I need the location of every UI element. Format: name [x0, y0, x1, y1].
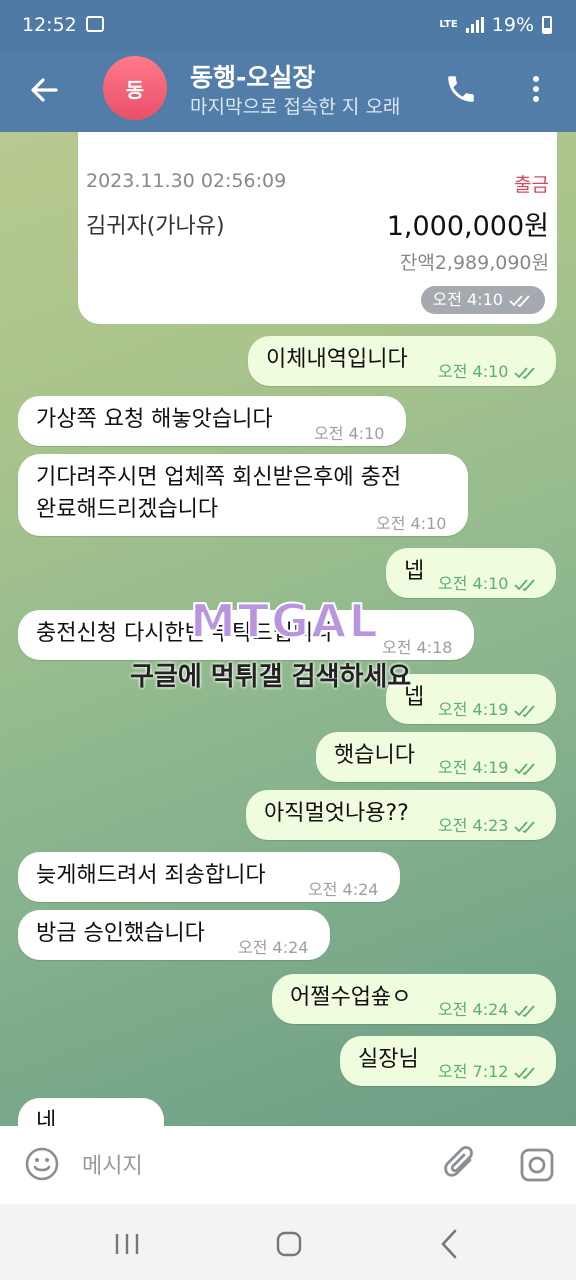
message-bubble[interactable]: 네 — [18, 1098, 164, 1126]
message-time-value: 오전 4:19 — [438, 758, 509, 777]
message-text: 햇습니다 — [334, 743, 415, 768]
message-input-bar: 메시지 — [0, 1126, 576, 1204]
nav-back-icon[interactable] — [438, 1228, 460, 1260]
message-time: 오전 4:10 — [438, 568, 538, 600]
chat-title[interactable]: 동행-오실장 — [190, 58, 315, 94]
message-time: 오전 4:10 — [314, 424, 385, 443]
recent-apps-icon[interactable] — [112, 1232, 142, 1256]
message-bubble[interactable]: 어쩔수업숖ㅇ 오전 4:24 — [272, 974, 556, 1024]
message-bubble[interactable]: 방금 승인했습니다 오전 4:24 — [18, 910, 330, 960]
system-nav-bar — [0, 1204, 576, 1280]
home-icon[interactable] — [275, 1230, 303, 1258]
receipt-kind: 출금 — [514, 174, 549, 196]
status-bar: 12:52 LTE 19% — [0, 0, 576, 52]
receipt-amount: 1,000,000원 — [386, 211, 549, 242]
message-time: 오전 4:19 — [438, 752, 538, 784]
chat-subtitle: 마지막으로 접속한 지 오래 — [190, 96, 401, 118]
receipt-name: 김귀자(가나유) — [86, 214, 225, 239]
avatar-initial: 동 — [125, 77, 145, 102]
status-time: 12:52 — [22, 14, 77, 36]
phone-icon[interactable] — [444, 72, 478, 106]
battery-percent: 19% — [491, 14, 534, 36]
message-time-value: 오전 4:10 — [438, 362, 509, 381]
double-check-icon — [514, 366, 536, 379]
receipt-balance: 잔액2,989,090원 — [399, 252, 549, 274]
message-time: 오전 4:24 — [238, 938, 309, 957]
double-check-icon — [514, 820, 536, 833]
receipt-time: 오전 4:10 — [432, 290, 503, 309]
message-time: 오전 4:23 — [438, 810, 538, 842]
receipt-message[interactable]: 2023.11.30 02:56:09 출금 김귀자(가나유) 1,000,00… — [78, 132, 557, 324]
more-options-icon[interactable] — [526, 72, 546, 106]
message-text: 이체내역입니다 — [266, 347, 408, 372]
chat-area[interactable]: 2023.11.30 02:56:09 출금 김귀자(가나유) 1,000,00… — [0, 132, 576, 1126]
gallery-icon — [86, 16, 104, 32]
message-text: 기다려주시면 업체쪽 회신받은후에 충전 완료해드리겠습니다 — [36, 465, 402, 522]
message-bubble[interactable]: 실장님 오전 7:12 — [340, 1036, 556, 1086]
message-time-value: 오전 4:23 — [438, 816, 509, 835]
message-time: 오전 4:10 — [376, 514, 447, 533]
message-time-value: 오전 4:19 — [438, 700, 509, 719]
camera-icon[interactable] — [518, 1146, 556, 1184]
double-check-icon — [514, 1004, 536, 1017]
double-check-icon — [509, 294, 530, 307]
double-check-icon — [514, 1066, 536, 1079]
double-check-icon — [514, 704, 536, 717]
message-time-value: 오전 4:24 — [438, 1000, 509, 1019]
message-text: 어쩔수업숖ㅇ — [290, 985, 412, 1010]
double-check-icon — [514, 762, 536, 775]
emoji-icon[interactable] — [24, 1146, 60, 1182]
avatar[interactable]: 동 — [103, 56, 167, 120]
message-time: 오전 4:24 — [438, 994, 538, 1026]
message-text: 가상쪽 요청 해놓앗습니다 — [36, 407, 273, 432]
message-text: 네 — [36, 1109, 57, 1126]
message-text: 실장님 — [358, 1047, 419, 1072]
message-bubble[interactable]: 늦게해드려서 죄송합니다 오전 4:24 — [18, 852, 400, 902]
message-text: 늦게해드려서 죄송합니다 — [36, 863, 266, 888]
watermark-text: 구글에 먹튀갤 검색하세요 — [130, 662, 412, 692]
message-input[interactable]: 메시지 — [82, 1148, 143, 1180]
double-check-icon — [514, 578, 536, 591]
message-time: 오전 4:19 — [438, 694, 538, 726]
message-time: 오전 4:10 — [438, 356, 538, 388]
battery-icon — [542, 16, 552, 34]
watermark-logo: MTGAL — [189, 593, 380, 649]
message-text: 방금 승인했습니다 — [36, 921, 205, 946]
attach-icon[interactable] — [442, 1144, 480, 1184]
message-time: 오전 4:10 — [420, 286, 545, 314]
message-text: 넵 — [404, 559, 425, 584]
message-text: 아직멀엇나용?? — [264, 801, 409, 826]
message-time-value: 오전 7:12 — [438, 1062, 509, 1081]
message-time-value: 오전 4:10 — [438, 574, 509, 593]
message-bubble[interactable]: 넵 오전 4:19 — [386, 674, 556, 724]
receipt-date: 2023.11.30 02:56:09 — [86, 170, 287, 192]
message-bubble[interactable]: 아직멀엇나용?? 오전 4:23 — [246, 790, 556, 840]
signal-icon — [465, 17, 484, 33]
message-bubble[interactable]: 넵 오전 4:10 — [386, 548, 556, 598]
back-arrow-icon[interactable] — [26, 72, 62, 108]
message-time: 오전 4:24 — [308, 880, 379, 899]
chat-header: 동 동행-오실장 마지막으로 접속한 지 오래 — [0, 52, 576, 132]
network-type: LTE — [439, 19, 458, 30]
message-bubble[interactable]: 햇습니다 오전 4:19 — [316, 732, 556, 782]
message-time: 오전 7:12 — [438, 1056, 538, 1088]
message-bubble[interactable]: 기다려주시면 업체쪽 회신받은후에 충전 완료해드리겠습니다 오전 4:10 — [18, 454, 468, 536]
message-bubble[interactable]: 이체내역입니다 오전 4:10 — [248, 336, 556, 386]
message-bubble[interactable]: 가상쪽 요청 해놓앗습니다 오전 4:10 — [18, 396, 406, 446]
